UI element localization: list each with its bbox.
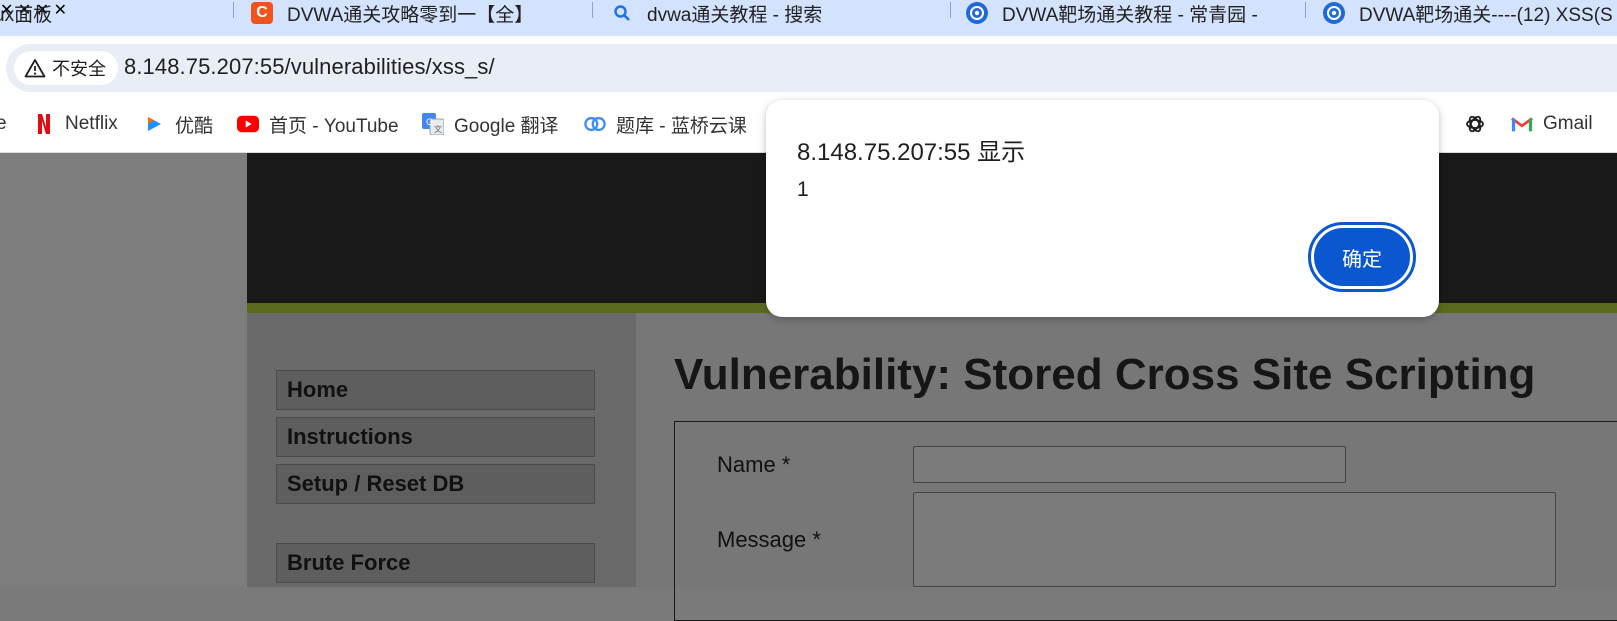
tab-1[interactable]: ux面板 xyxy=(0,0,194,26)
dialog-message: 1 xyxy=(797,178,809,201)
url-text[interactable]: 8.148.75.207:55/vulnerabilities/xss_s/ xyxy=(124,54,495,80)
name-input[interactable] xyxy=(913,446,1346,483)
tab-separator xyxy=(950,2,951,18)
dialog-title: 8.148.75.207:55 显示 xyxy=(797,139,1026,166)
browser-toolbar: 不安全 8.148.75.207:55/vulnerabilities/xss_… xyxy=(0,36,1617,96)
tab-title: DVWA靶场通关教程 - 常青园 - xyxy=(1002,4,1258,26)
tab-2[interactable]: C DVWA通关攻略零到一【全】-C xyxy=(251,0,534,26)
bookmark-label: Gmail xyxy=(1543,113,1593,134)
chatgpt-icon xyxy=(1464,113,1486,135)
warning-icon xyxy=(24,59,46,78)
lanqiao-icon xyxy=(584,113,606,135)
youtube-icon xyxy=(237,113,259,135)
google-translate-icon: G文 xyxy=(422,113,444,135)
bookmark-youtube[interactable]: 首页 - YouTube xyxy=(237,110,399,138)
bookmark-label: 题库 - 蓝桥云课 xyxy=(616,115,747,137)
bookmark-google-translate[interactable]: G文 Google 翻译 xyxy=(422,110,559,138)
gmail-icon xyxy=(1511,113,1533,135)
bookmark-youku[interactable]: 优酷 xyxy=(143,110,213,138)
tab-title: dvwa通关教程 - 搜索 xyxy=(647,4,823,26)
menu-home[interactable]: Home xyxy=(276,370,595,410)
svg-text:文: 文 xyxy=(434,124,442,134)
page-title: Vulnerability: Stored Cross Site Scripti… xyxy=(674,350,1536,399)
menu-brute-force[interactable]: Brute Force xyxy=(276,543,595,583)
bookmark-label: 优酷 xyxy=(175,115,214,137)
bookmark-label: e xyxy=(0,113,7,134)
svg-text:G: G xyxy=(426,118,433,128)
tab-3[interactable]: dvwa通关教程 - 搜索 xyxy=(611,0,901,26)
name-label: Name * xyxy=(717,452,791,477)
youku-icon xyxy=(143,113,165,135)
bookmark-label: Netflix xyxy=(65,113,118,134)
tab-4[interactable]: DVWA靶场通关教程 - 常青园 - xyxy=(966,0,1263,26)
search-icon xyxy=(611,2,633,24)
message-textarea[interactable] xyxy=(913,492,1556,587)
security-indicator[interactable]: 不安全 xyxy=(14,51,118,85)
bookmark-chatgpt[interactable] xyxy=(1464,110,1496,138)
bookmark-label: Google 翻译 xyxy=(454,115,559,137)
netflix-icon xyxy=(33,113,55,135)
dvwa-sidebar-divider xyxy=(622,313,636,587)
address-bar[interactable]: 不安全 8.148.75.207:55/vulnerabilities/xss_… xyxy=(6,44,1617,92)
tab-strip: ux面板 ✕ C DVWA通关攻略零到一【全】-C ✕ dvwa通关教程 - 搜… xyxy=(0,0,1617,36)
menu-instructions[interactable]: Instructions xyxy=(276,417,595,457)
bookmark-item[interactable]: e xyxy=(0,110,7,138)
ok-button[interactable]: 确定 xyxy=(1308,222,1416,292)
bookmark-netflix[interactable]: Netflix xyxy=(33,110,118,138)
message-label: Message * xyxy=(717,527,821,552)
blog-icon xyxy=(966,2,988,24)
tab-5[interactable]: DVWA靶场通关----(12) XSS(S xyxy=(1323,0,1617,26)
blog-icon xyxy=(1323,2,1345,24)
tab-title: DVWA靶场通关----(12) XSS(S xyxy=(1359,4,1613,26)
bookmark-label: 首页 - YouTube xyxy=(269,115,399,137)
bookmark-lanqiao[interactable]: 题库 - 蓝桥云课 xyxy=(584,110,747,138)
tab-separator xyxy=(1305,2,1306,18)
menu-setup-reset-db[interactable]: Setup / Reset DB xyxy=(276,464,595,504)
bookmark-gmail[interactable]: Gmail xyxy=(1511,110,1593,138)
alert-dialog: 8.148.75.207:55 显示 1 确定 xyxy=(766,100,1439,317)
csdn-icon: C xyxy=(251,2,273,24)
tab-title: ux面板 xyxy=(0,4,53,26)
tab-title: DVWA通关攻略零到一【全】-C xyxy=(287,4,532,26)
tab-separator xyxy=(233,2,234,18)
tab-separator xyxy=(592,2,593,18)
security-label: 不安全 xyxy=(52,59,106,79)
